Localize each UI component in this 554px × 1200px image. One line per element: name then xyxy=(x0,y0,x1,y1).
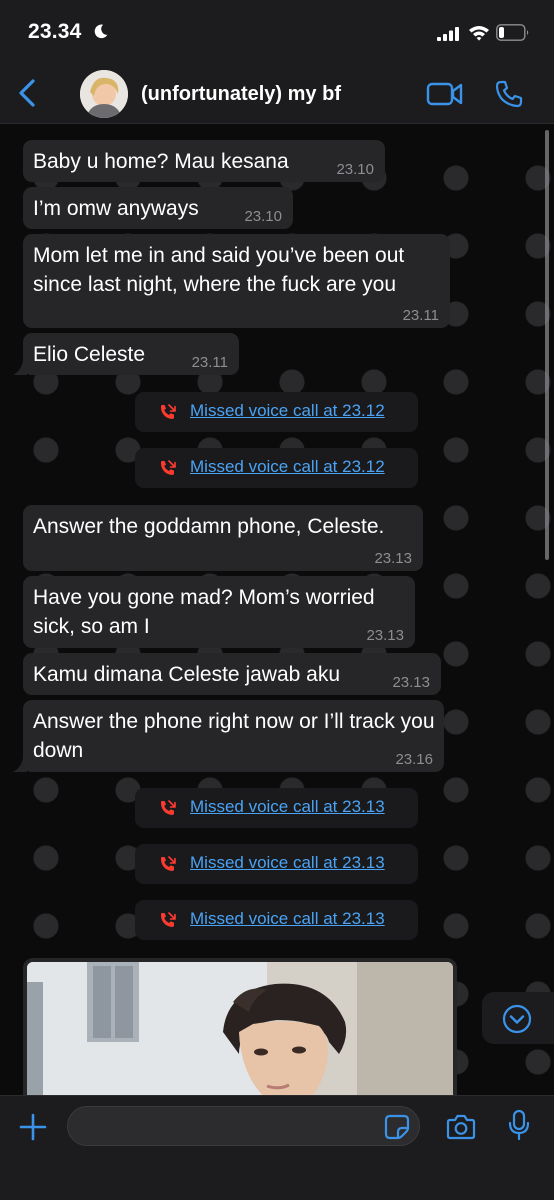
cellular-signal-icon xyxy=(437,27,459,41)
message-time: 23.11 xyxy=(191,354,228,371)
bubble-tail xyxy=(13,758,27,772)
message-bubble[interactable]: Elio Celeste 23.11 xyxy=(13,333,239,375)
message-bubble[interactable]: I’m omw anyways 23.10 xyxy=(23,187,293,229)
message-bubble[interactable]: Answer the phone right now or I’ll track… xyxy=(13,700,444,772)
status-bar: 23.34 xyxy=(0,0,554,62)
message-time: 23.16 xyxy=(395,751,433,768)
message-input[interactable] xyxy=(67,1106,420,1146)
missed-call-notice[interactable]: Missed voice call at 23.12 xyxy=(135,448,418,488)
missed-call-notice[interactable]: Missed voice call at 23.13 xyxy=(135,788,418,828)
message-time: 23.13 xyxy=(374,550,412,567)
message-bubble[interactable]: Kamu dimana Celeste jawab aku 23.13 xyxy=(23,653,441,695)
plus-icon[interactable] xyxy=(18,1112,48,1142)
chat-title[interactable]: (unfortunately) my bf xyxy=(141,83,341,106)
avatar[interactable] xyxy=(80,70,128,118)
missed-call-icon xyxy=(161,800,176,815)
missed-call-link[interactable]: Missed voice call at 23.13 xyxy=(190,909,385,929)
message-text: Kamu dimana Celeste jawab aku xyxy=(33,663,341,686)
message-time: 23.11 xyxy=(402,307,439,324)
sticker-icon[interactable] xyxy=(384,1114,410,1140)
message-text: Have you gone mad? Mom’s worried sick, s… xyxy=(33,586,375,638)
wifi-icon xyxy=(469,26,489,41)
photo-image[interactable] xyxy=(27,962,453,1095)
message-bubble[interactable]: Baby u home? Mau kesana 23.10 xyxy=(23,140,385,182)
moon-icon xyxy=(94,24,108,39)
missed-call-notice[interactable]: Missed voice call at 23.13 xyxy=(135,844,418,884)
missed-call-notice[interactable]: Missed voice call at 23.12 xyxy=(135,392,418,432)
message-text: Baby u home? Mau kesana xyxy=(33,150,289,173)
back-button[interactable] xyxy=(12,76,42,110)
message-composer xyxy=(0,1095,554,1200)
photo-message[interactable] xyxy=(23,958,457,1095)
message-time: 23.10 xyxy=(336,161,374,178)
chat-header: (unfortunately) my bf xyxy=(0,62,554,124)
missed-call-link[interactable]: Missed voice call at 23.12 xyxy=(190,401,385,421)
missed-call-link[interactable]: Missed voice call at 23.13 xyxy=(190,853,385,873)
message-text: Mom let me in and said you’ve been out s… xyxy=(33,244,405,296)
video-call-button[interactable] xyxy=(426,80,464,108)
missed-call-link[interactable]: Missed voice call at 23.13 xyxy=(190,797,385,817)
scrollbar[interactable] xyxy=(545,130,549,560)
missed-call-icon xyxy=(161,404,176,419)
battery-icon xyxy=(496,24,529,41)
message-bubble[interactable]: Mom let me in and said you’ve been out s… xyxy=(23,234,450,328)
camera-icon[interactable] xyxy=(446,1113,476,1141)
avatar-image xyxy=(80,70,128,118)
microphone-icon[interactable] xyxy=(507,1109,531,1141)
message-text: Answer the goddamn phone, Celeste. xyxy=(33,515,385,538)
missed-call-icon xyxy=(161,460,176,475)
voice-call-button[interactable] xyxy=(494,79,524,109)
status-time: 23.34 xyxy=(28,20,82,43)
message-time: 23.13 xyxy=(392,674,430,691)
message-time: 23.10 xyxy=(244,208,282,225)
scroll-to-bottom-button[interactable] xyxy=(482,992,554,1044)
missed-call-link[interactable]: Missed voice call at 23.12 xyxy=(190,457,385,477)
missed-call-notice[interactable]: Missed voice call at 23.13 xyxy=(135,900,418,940)
missed-call-icon xyxy=(161,856,176,871)
bubble-tail xyxy=(13,361,27,375)
message-bubble[interactable]: Have you gone mad? Mom’s worried sick, s… xyxy=(23,576,415,648)
missed-call-icon xyxy=(161,912,176,927)
chat-area[interactable]: Baby u home? Mau kesana 23.10 I’m omw an… xyxy=(0,124,554,1095)
message-time: 23.13 xyxy=(366,627,404,644)
chevron-down-icon xyxy=(502,1004,532,1034)
message-text: Answer the phone right now or I’ll track… xyxy=(33,710,435,762)
message-bubble[interactable]: Answer the goddamn phone, Celeste. 23.13 xyxy=(23,505,423,571)
chevron-left-icon xyxy=(19,79,35,107)
